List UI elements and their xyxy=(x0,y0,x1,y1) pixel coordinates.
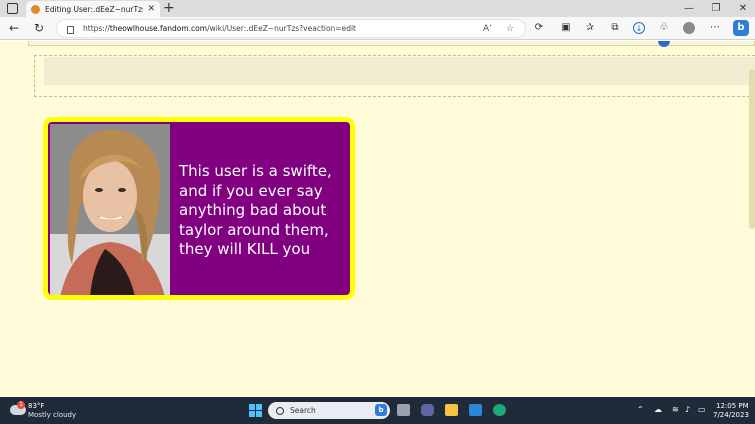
weather-temperature[interactable]: 83°F xyxy=(28,402,44,410)
editor-toolbar-edge xyxy=(28,41,755,46)
edit-field[interactable] xyxy=(44,57,755,85)
search-icon xyxy=(276,406,284,415)
start-windows-icon[interactable] xyxy=(249,404,262,417)
more-options-icon[interactable]: ⋯ xyxy=(709,22,721,34)
browser-tab[interactable]: Editing User:.dEeZ~nurTzs | The C ✕ xyxy=(26,1,160,17)
navigation-bar: ← ↻ https://theowlhouse.fandom.com/wiki/… xyxy=(0,17,755,40)
profile-avatar[interactable] xyxy=(683,22,695,34)
clock-time[interactable]: 12:05 PM xyxy=(716,402,749,410)
bing-search-icon: b xyxy=(375,404,387,416)
page-content: This user is a swifte, and if you ever s… xyxy=(0,41,755,397)
userbox-text: This user is a swifte, and if you ever s… xyxy=(179,162,332,258)
volume-icon[interactable]: ♪ xyxy=(685,405,690,415)
portrait-image xyxy=(50,124,170,295)
userbox-image xyxy=(50,124,170,295)
teams-icon[interactable] xyxy=(421,404,434,416)
tab-close-icon[interactable]: ✕ xyxy=(147,4,155,14)
refresh-icon[interactable]: ↻ xyxy=(34,21,44,35)
battery-icon[interactable]: ▭ xyxy=(698,405,706,415)
fandom-favicon-icon xyxy=(31,4,40,14)
taskbar: 1 83°F Mostly cloudy Search b ⌃ ☁ ≋ ♪ ▭ … xyxy=(0,397,755,424)
lock-icon xyxy=(67,25,74,34)
minimize-button[interactable]: — xyxy=(677,0,701,17)
page-scrollbar[interactable] xyxy=(749,69,755,229)
close-window-button[interactable]: ✕ xyxy=(731,0,755,17)
back-arrow-icon[interactable]: ← xyxy=(9,21,19,35)
wifi-icon[interactable]: ≋ xyxy=(672,405,679,415)
download-icon[interactable]: ↓ xyxy=(633,22,645,34)
weather-description[interactable]: Mostly cloudy xyxy=(28,411,76,419)
onedrive-icon[interactable]: ☁ xyxy=(654,405,662,415)
collections-icon[interactable]: ⧉ xyxy=(609,22,621,34)
new-tab-button[interactable]: + xyxy=(163,0,175,17)
address-bar[interactable]: https://theowlhouse.fandom.com/wiki/User… xyxy=(56,19,526,38)
tab-strip: Editing User:.dEeZ~nurTzs | The C ✕ + — … xyxy=(0,0,755,17)
chevron-up-icon[interactable]: ⌃ xyxy=(637,405,644,415)
search-placeholder: Search xyxy=(290,406,316,415)
file-explorer-icon[interactable] xyxy=(445,404,458,416)
edge-icon[interactable] xyxy=(493,404,506,416)
bing-chat-icon[interactable]: b xyxy=(733,20,749,36)
read-aloud-icon[interactable]: A’ xyxy=(483,20,492,39)
userbox[interactable]: This user is a swifte, and if you ever s… xyxy=(43,117,355,300)
tab-actions-icon[interactable] xyxy=(7,3,18,14)
mail-icon[interactable] xyxy=(469,404,482,416)
split-screen-icon[interactable]: ▣ xyxy=(560,22,572,34)
copilot-icon[interactable]: ♧ xyxy=(658,22,670,34)
taskbar-search[interactable]: Search b xyxy=(268,402,390,419)
tab-title: Editing User:.dEeZ~nurTzs | The C xyxy=(45,4,144,14)
extension-icon[interactable]: ⟳ xyxy=(533,22,545,34)
clock-date[interactable]: 7/24/2023 xyxy=(713,411,749,419)
task-view-icon[interactable] xyxy=(397,404,410,416)
weather-badge: 1 xyxy=(17,401,25,409)
favorite-star-icon[interactable]: ☆ xyxy=(506,20,514,39)
favorites-list-icon[interactable]: ✰ xyxy=(584,22,596,34)
url-text: https://theowlhouse.fandom.com/wiki/User… xyxy=(83,24,356,33)
maximize-button[interactable]: ❐ xyxy=(704,0,728,17)
editor-indicator-icon[interactable] xyxy=(658,41,670,47)
